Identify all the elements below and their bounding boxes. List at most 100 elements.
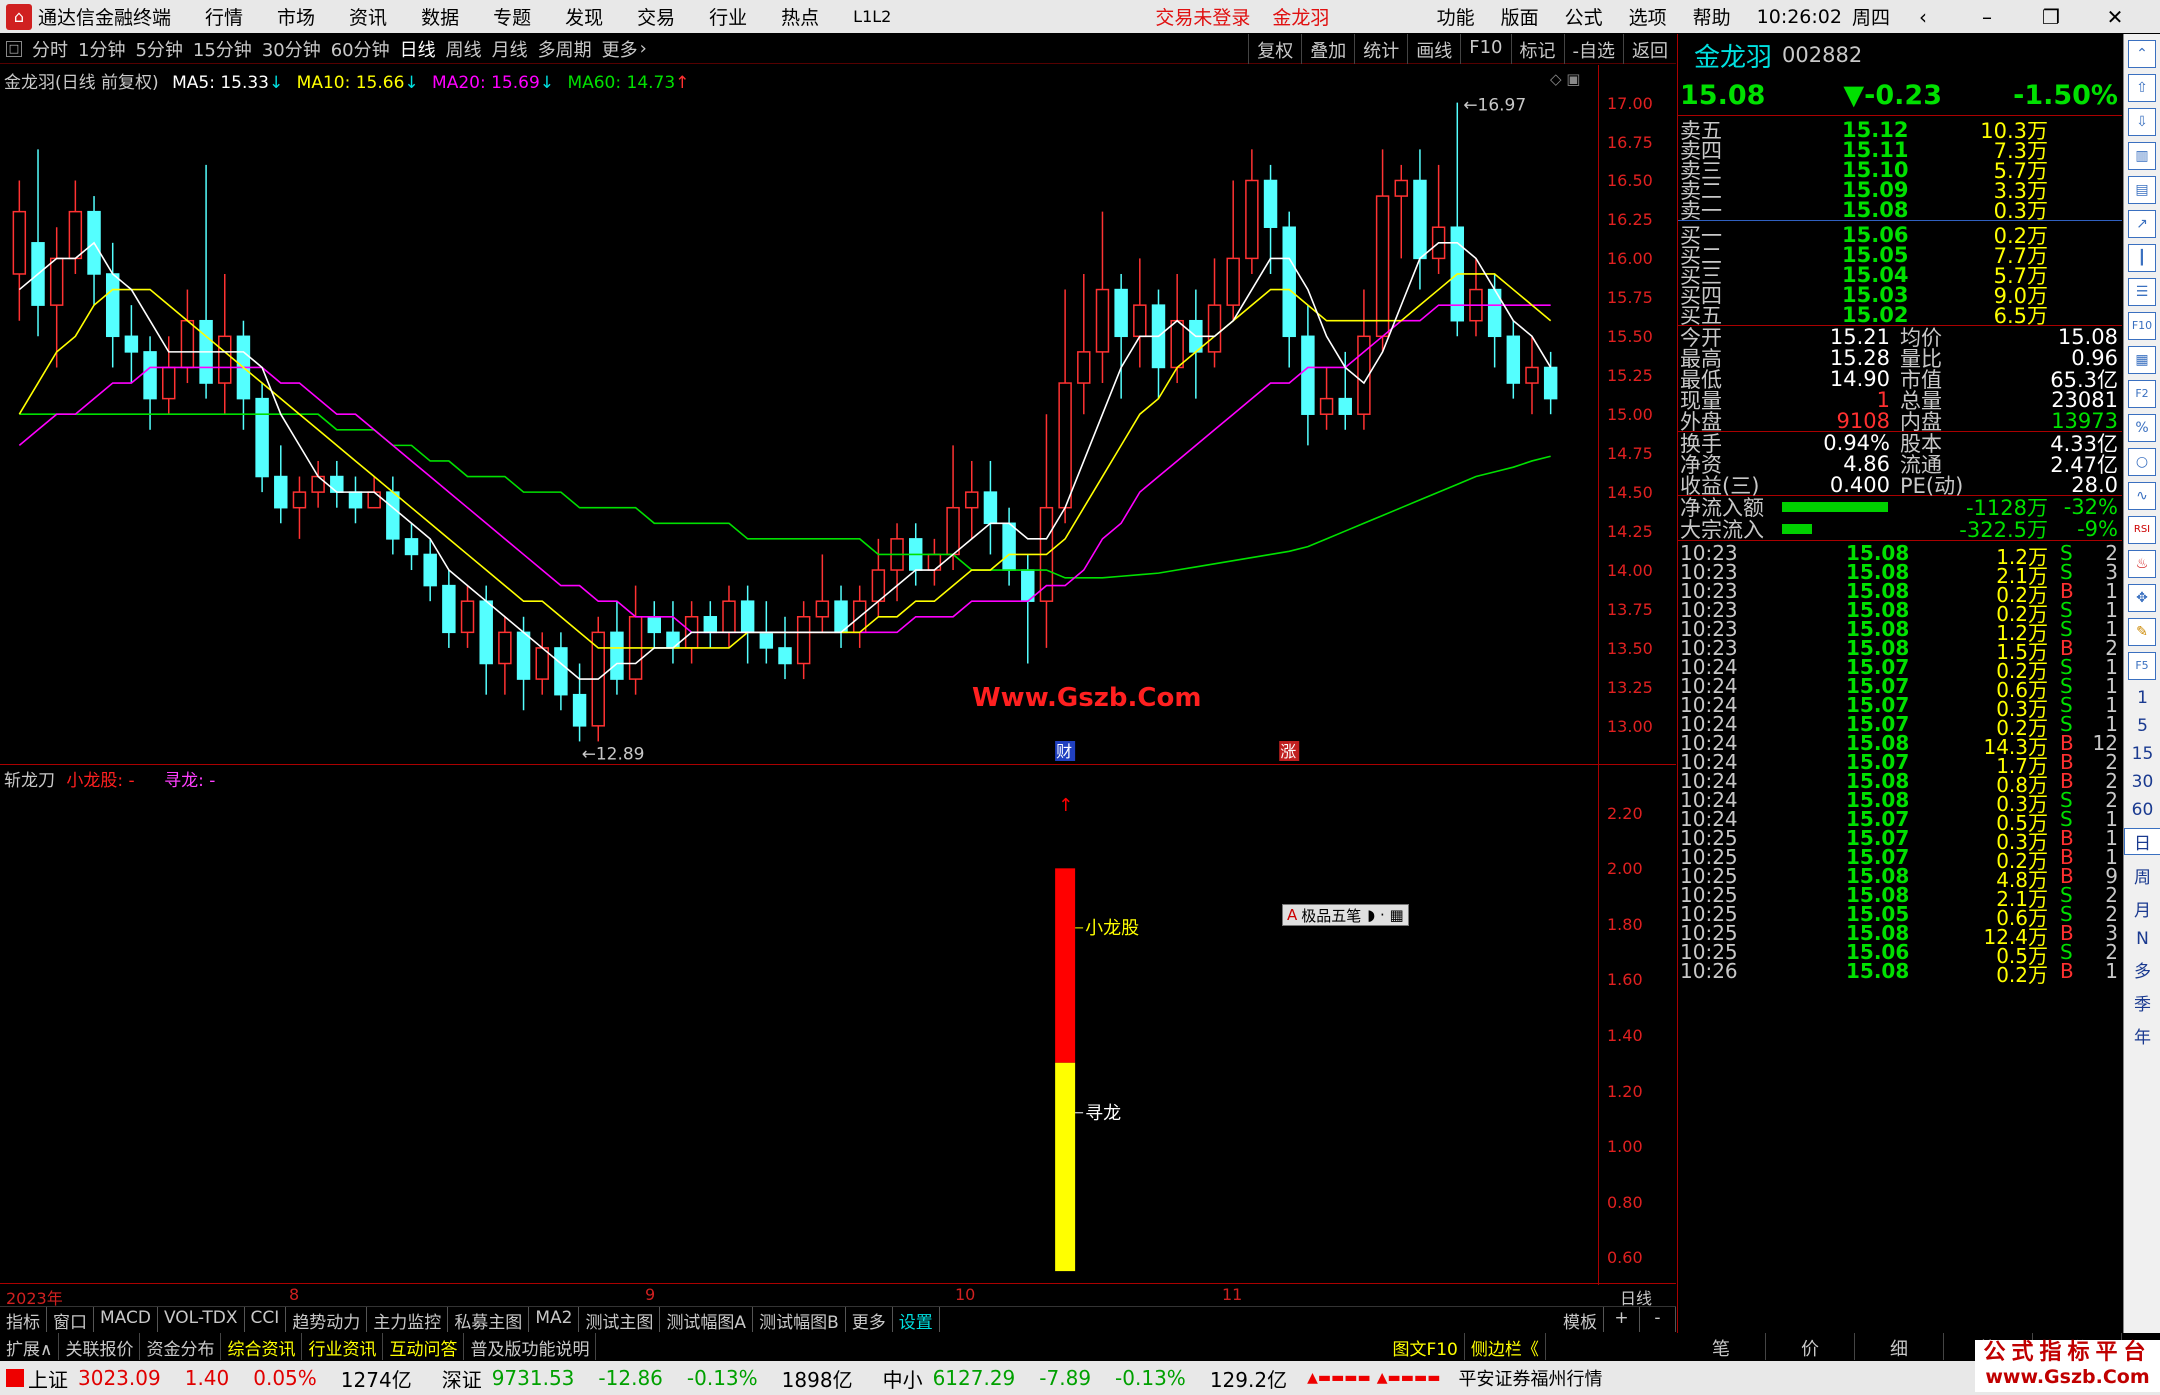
indicator-name[interactable]: 斩龙刀 — [4, 771, 55, 791]
strip-60min[interactable]: 60 — [2124, 800, 2160, 820]
tab-guanlian[interactable]: 关联报价 — [59, 1333, 141, 1360]
strip-1min[interactable]: 1 — [2124, 688, 2160, 708]
tab-muban[interactable]: 模板 — [1557, 1307, 1604, 1333]
btn-tongji[interactable]: 统计 — [1354, 34, 1407, 64]
candle-icon[interactable]: ┃ — [2128, 244, 2156, 272]
minimize-icon[interactable]: – — [1968, 5, 2006, 29]
tab-hangye-zixun[interactable]: 行业资讯 — [302, 1333, 384, 1360]
ask-row[interactable]: 卖五 15.12 10.3万 — [1678, 118, 2122, 143]
ask-row[interactable]: 卖二 15.09 3.3万 — [1678, 178, 2122, 203]
restore-icon[interactable]: ❐ — [2032, 5, 2070, 29]
tab-hudong[interactable]: 互动问答 — [383, 1333, 465, 1360]
menu-shichang[interactable]: 市场 — [277, 3, 315, 30]
strip-multi[interactable]: 多 — [2124, 957, 2160, 982]
menu-redian[interactable]: 热点 — [781, 3, 819, 30]
market-breadth-icon[interactable]: ▲▬▬▬▬ — [1307, 1370, 1371, 1386]
menu-jiaoyi[interactable]: 交易 — [637, 3, 675, 30]
tab-vol-tdx[interactable]: VOL-TDX — [158, 1307, 245, 1332]
tab-zhuli[interactable]: 主力监控 — [367, 1307, 449, 1333]
period-60min[interactable]: 60分钟 — [331, 36, 390, 62]
strip-day[interactable]: 日 — [2124, 828, 2160, 855]
menu-l1l2[interactable]: L1L2 — [853, 7, 891, 26]
tab-macd[interactable]: MACD — [94, 1307, 158, 1332]
menu-banmian[interactable]: 版面 — [1501, 3, 1539, 30]
bid-row[interactable]: 买三 15.04 5.7万 — [1678, 263, 2122, 288]
tab-qushi[interactable]: 趋势动力 — [286, 1307, 368, 1333]
strip-season[interactable]: 季 — [2124, 990, 2160, 1015]
f5-icon[interactable]: F5 — [2128, 652, 2156, 680]
strip-month[interactable]: 月 — [2124, 896, 2160, 921]
period-monthly[interactable]: 月线 — [492, 36, 528, 62]
market-breadth-icon-2[interactable]: ▲▬▬▬▬ — [1377, 1370, 1441, 1386]
bid-row[interactable]: 买四 15.03 9.0万 — [1678, 283, 2122, 308]
tab-ma2[interactable]: MA2 — [529, 1307, 580, 1332]
menu-zhuanti[interactable]: 专题 — [493, 3, 531, 30]
tab-shezhi[interactable]: 设置 — [893, 1307, 940, 1333]
alarm-icon[interactable]: ♨ — [2128, 550, 2156, 578]
back-icon[interactable]: ‹ — [1904, 5, 1942, 29]
strip-5min[interactable]: 5 — [2124, 716, 2160, 736]
nav-down-icon[interactable]: ⇩ — [2128, 108, 2156, 136]
btn-zixuan[interactable]: -自选 — [1563, 34, 1624, 64]
ime-a-icon[interactable]: A — [1287, 906, 1297, 924]
chart-corner-icons[interactable]: ◇ ▣ — [1550, 70, 1580, 88]
ask-row[interactable]: 卖一 15.08 0.3万 — [1678, 198, 2122, 223]
grid-icon[interactable]: ▦ — [2128, 346, 2156, 374]
tab-chuangkou[interactable]: 窗口 — [47, 1307, 94, 1333]
period-multi[interactable]: 多周期 — [538, 36, 592, 62]
sh-name[interactable]: 上证 — [28, 1364, 68, 1393]
btn-huaxian[interactable]: 画线 — [1407, 34, 1460, 64]
btn-fanhui[interactable]: 返回 — [1623, 34, 1676, 64]
move-icon[interactable]: ✥ — [2128, 584, 2156, 612]
bid-row[interactable]: 买二 15.05 7.7万 — [1678, 243, 2122, 268]
strip-week[interactable]: 周 — [2124, 863, 2160, 888]
tab-puji[interactable]: 普及版功能说明 — [464, 1333, 597, 1360]
tab-simu[interactable]: 私募主图 — [448, 1307, 530, 1333]
menu-gongneng[interactable]: 功能 — [1437, 3, 1475, 30]
btn-f10[interactable]: F10 — [1460, 34, 1510, 64]
period-weekly[interactable]: 周线 — [446, 36, 482, 62]
tab-kuozhan[interactable]: 扩展∧ — [0, 1333, 60, 1360]
nav-up-icon[interactable]: ⇧ — [2128, 74, 2156, 102]
kline-icon[interactable]: ▥ — [2128, 142, 2156, 170]
period-5min[interactable]: 5分钟 — [135, 36, 182, 62]
menu-zixun[interactable]: 资讯 — [349, 3, 387, 30]
strip-15min[interactable]: 15 — [2124, 744, 2160, 764]
toolbar-toggle-icon[interactable]: □ — [6, 40, 22, 57]
menu-bangzhu[interactable]: 帮助 — [1693, 3, 1731, 30]
tab-zhibiao[interactable]: 指标 — [0, 1307, 47, 1333]
menu-faxian[interactable]: 发现 — [565, 3, 603, 30]
btn-fuquan[interactable]: 复权 — [1248, 34, 1301, 64]
tab-gengduo[interactable]: 更多 — [846, 1307, 893, 1333]
kline-chart[interactable]: ←16.97 ←12.89 财 涨小龙股寻龙 ↑ — [0, 65, 1598, 1283]
zx-name[interactable]: 中小 — [883, 1364, 923, 1393]
close-icon[interactable]: ✕ — [2096, 5, 2134, 29]
menu-shuju[interactable]: 数据 — [421, 3, 459, 30]
trade-list[interactable]: 10:23 15.08 1.2万 S 2 10:23 15.08 2.1万 S 3 10:23 15.… — [1678, 541, 2122, 987]
strip-year[interactable]: 年 — [2124, 1023, 2160, 1048]
period-more[interactable]: 更多 — [602, 36, 638, 62]
period-daily[interactable]: 日线 — [400, 36, 436, 62]
period-15min[interactable]: 15分钟 — [193, 36, 252, 62]
tab-plus-icon[interactable]: + — [1604, 1307, 1640, 1332]
menu-xuanxiang[interactable]: 选项 — [1629, 3, 1667, 30]
list-icon[interactable]: ☰ — [2128, 278, 2156, 306]
tab-cci[interactable]: CCI — [245, 1307, 287, 1332]
percent-icon[interactable]: % — [2128, 414, 2156, 442]
collapse-up-icon[interactable]: ⌃ — [2128, 40, 2156, 68]
bid-row[interactable]: 买一 15.06 0.2万 — [1678, 223, 2122, 248]
rtab-xi[interactable]: 细 — [1855, 1333, 1944, 1360]
tab-ceshi-a[interactable]: 测试幅图A — [660, 1307, 754, 1333]
tab-ceshi-zhu[interactable]: 测试主图 — [579, 1307, 661, 1333]
rtab-bi[interactable]: 笔 — [1677, 1333, 1766, 1360]
menu-hangqing[interactable]: 行情 — [205, 3, 243, 30]
tab-ceshi-b[interactable]: 测试幅图B — [753, 1307, 846, 1333]
circle-icon[interactable]: ○ — [2128, 448, 2156, 476]
menu-gongshi[interactable]: 公式 — [1565, 3, 1603, 30]
pane-separator[interactable] — [0, 764, 1676, 765]
strip-n[interactable]: N — [2124, 929, 2160, 949]
btn-diejia[interactable]: 叠加 — [1301, 34, 1354, 64]
wave-icon[interactable]: ∿ — [2128, 482, 2156, 510]
tab-zijin[interactable]: 资金分布 — [140, 1333, 222, 1360]
ask-row[interactable]: 卖三 15.10 5.7万 — [1678, 158, 2122, 183]
